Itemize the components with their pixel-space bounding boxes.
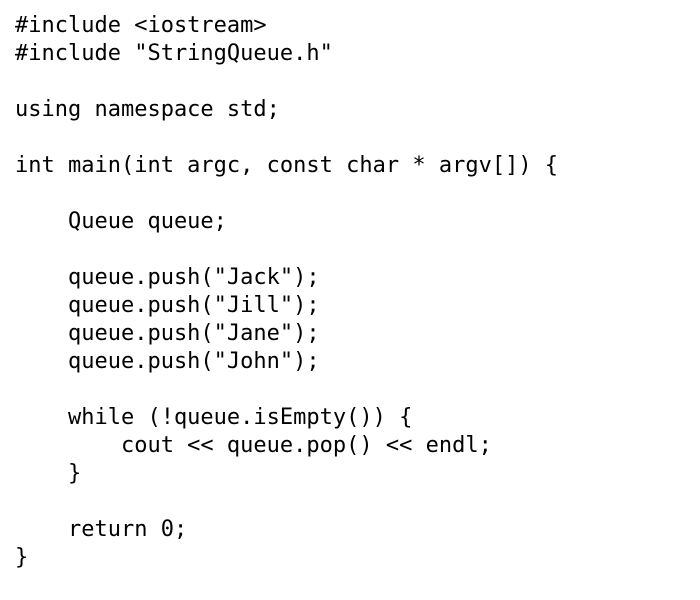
code-line: } xyxy=(15,545,29,570)
code-line: } xyxy=(15,461,82,486)
code-line: queue.push("John"); xyxy=(15,349,320,374)
code-line: #include <iostream> xyxy=(15,13,267,38)
code-listing: #include <iostream> #include "StringQueue… xyxy=(0,0,700,600)
code-line: Queue queue; xyxy=(15,209,227,234)
code-line: return 0; xyxy=(15,517,188,542)
code-line: queue.push("Jill"); xyxy=(15,293,320,318)
code-line: cout << queue.pop() << endl; xyxy=(15,433,492,458)
code-line: queue.push("Jack"); xyxy=(15,265,320,290)
code-line: #include "StringQueue.h" xyxy=(15,41,333,66)
code-line: queue.push("Jane"); xyxy=(15,321,320,346)
code-line: while (!queue.isEmpty()) { xyxy=(15,405,413,430)
code-line: using namespace std; xyxy=(15,97,280,122)
code-line: int main(int argc, const char * argv[]) … xyxy=(15,153,559,178)
